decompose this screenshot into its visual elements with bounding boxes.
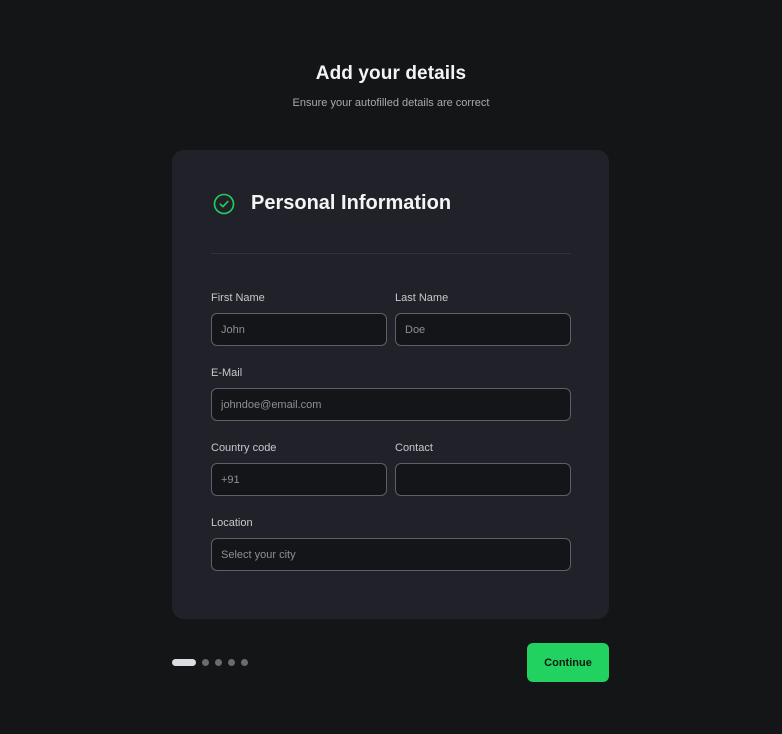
step-dot: [241, 659, 248, 666]
card-header: Personal Information: [213, 192, 451, 215]
email-input[interactable]: [211, 388, 571, 421]
step-dot: [228, 659, 235, 666]
page: Add your details Ensure your autofilled …: [0, 0, 782, 734]
location-label: Location: [211, 517, 253, 529]
step-dot: [202, 659, 209, 666]
page-title: Add your details: [315, 63, 467, 84]
country-code-label: Country code: [211, 442, 277, 454]
last-name-input[interactable]: [395, 313, 571, 346]
contact-label: Contact: [395, 442, 433, 454]
first-name-label: First Name: [211, 292, 265, 304]
step-dot: [215, 659, 222, 666]
continue-button[interactable]: Continue: [527, 643, 609, 682]
first-name-input[interactable]: [211, 313, 387, 346]
card-title: Personal Information: [251, 192, 452, 214]
location-input[interactable]: [211, 538, 571, 571]
step-dot-active: [172, 659, 196, 666]
step-indicator: [172, 659, 248, 666]
personal-info-card: Personal Information First Name Last Nam…: [172, 150, 609, 619]
contact-input[interactable]: [395, 463, 571, 496]
card-divider: [211, 253, 571, 254]
email-label: E-Mail: [211, 367, 243, 379]
country-code-input[interactable]: [211, 463, 387, 496]
check-circle-icon: [213, 193, 235, 215]
page-subtitle: Ensure your autofilled details are corre…: [292, 97, 490, 109]
last-name-label: Last Name: [395, 292, 449, 304]
